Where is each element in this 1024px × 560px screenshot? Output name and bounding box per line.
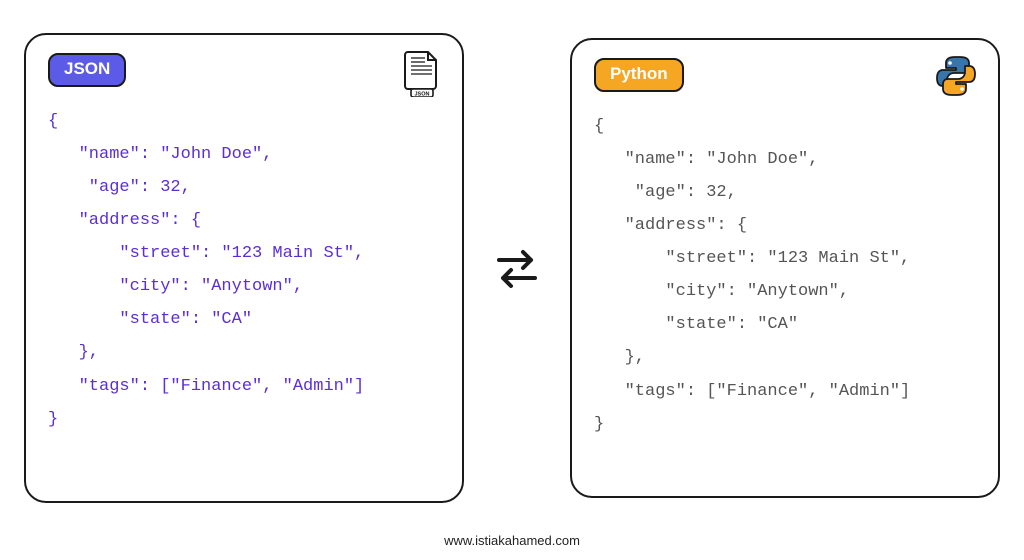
python-panel: Python { "name": "John Doe", "age": 32, … [570, 38, 1000, 498]
python-code-block: { "name": "John Doe", "age": 32, "addres… [594, 110, 976, 441]
svg-text:JSON: JSON [415, 91, 430, 97]
json-code-block: { "name": "John Doe", "age": 32, "addres… [48, 105, 440, 436]
json-badge: JSON [48, 53, 126, 87]
python-badge: Python [594, 58, 684, 92]
json-panel: JSON JSON { "name": "John Doe", "age": 3… [24, 33, 464, 503]
json-file-icon: JSON [402, 49, 442, 102]
convert-arrows-icon [489, 240, 545, 296]
diagram-container: JSON JSON { "name": "John Doe", "age": 3… [0, 0, 1024, 520]
python-logo-icon [934, 54, 978, 103]
footer-credit: www.istiakahamed.com [0, 533, 1024, 548]
